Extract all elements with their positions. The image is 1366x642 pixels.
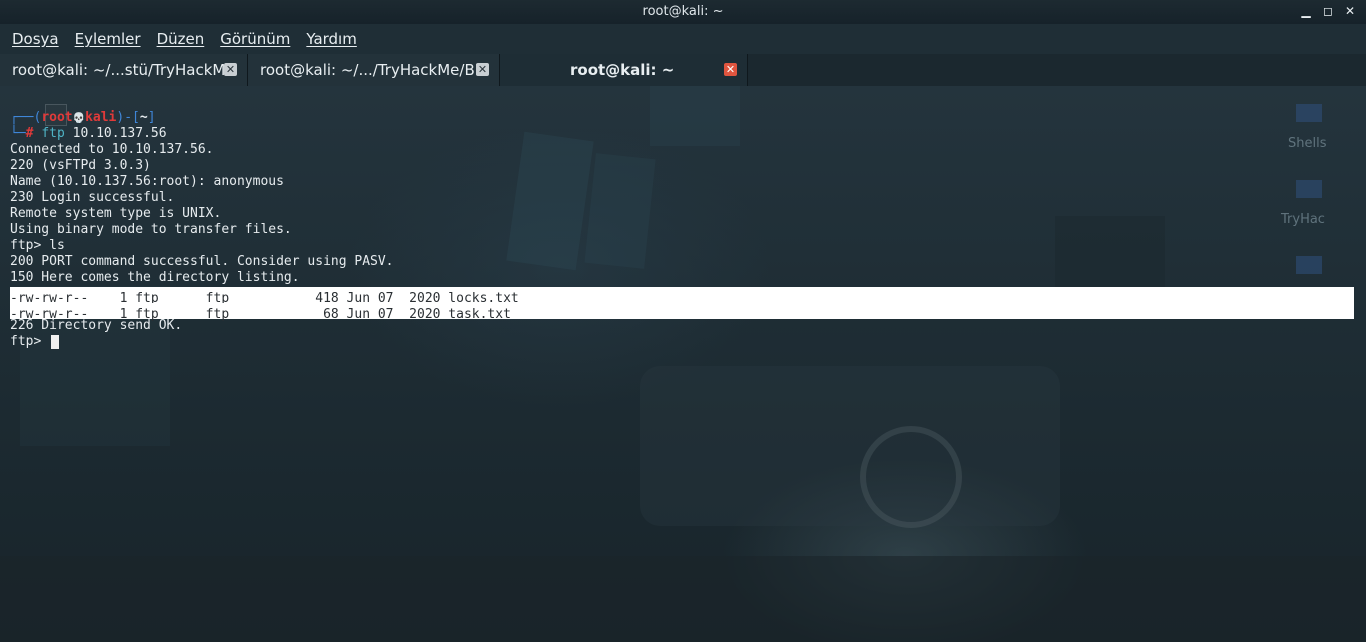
wallpaper-desk — [640, 366, 1060, 526]
terminal-area[interactable]: Shells TryHac -rw-rw-r-- 1 ftp ftp 418 J… — [0, 86, 1366, 642]
text-cursor — [51, 334, 60, 349]
folder-icon — [1296, 180, 1322, 198]
command-arg: 10.10.137.56 — [72, 126, 167, 141]
close-icon[interactable]: ✕ — [1342, 3, 1358, 19]
prompt-dir: ~ — [139, 110, 148, 125]
menu-yardim[interactable]: Yardım — [298, 30, 365, 48]
ftp-prompt-line[interactable]: ftp> — [10, 334, 394, 350]
menu-dosya[interactable]: Dosya — [4, 30, 67, 48]
prompt-bracket: ] — [147, 110, 156, 125]
wallpaper-panel — [506, 131, 594, 271]
window-title: root@kali: ~ — [642, 4, 724, 19]
prompt-corner: └─ — [10, 126, 26, 141]
prompt-bracket: ┌──( — [10, 110, 42, 125]
folder-icon — [1296, 104, 1322, 122]
folder-icon — [1296, 256, 1322, 274]
desktop-label-tryhac: TryHac — [1281, 212, 1325, 227]
menu-eylemler[interactable]: Eylemler — [67, 30, 149, 48]
desktop-label-shells: Shells — [1288, 136, 1327, 151]
prompt-user: root — [41, 110, 73, 125]
maximize-icon[interactable]: ◻ — [1320, 3, 1336, 19]
wallpaper-emblem — [860, 426, 962, 528]
prompt-hash: # — [25, 126, 34, 141]
wallpaper-monitor — [1055, 216, 1165, 296]
terminal-output: ┌──(root💀kali)-[~] └─# ftp 10.10.137.56 … — [10, 110, 394, 350]
tab-label: root@kali: ~ — [570, 61, 675, 79]
prompt-line-1: ┌──(root💀kali)-[~] — [10, 110, 394, 126]
tab-close-icon[interactable]: ✕ — [224, 63, 237, 76]
output-line: 220 (vsFTPd 3.0.3) — [10, 158, 151, 173]
output-line: 150 Here comes the directory listing. — [10, 270, 300, 285]
command-name: ftp — [41, 126, 65, 141]
prompt-line-2: └─# ftp 10.10.137.56 — [10, 126, 394, 142]
output-line: Remote system type is UNIX. — [10, 206, 222, 221]
tab-home[interactable]: root@kali: ~ ✕ — [500, 54, 748, 86]
output-line: 226 Directory send OK. — [10, 318, 183, 333]
output-line: 200 PORT command successful. Consider us… — [10, 254, 394, 269]
output-line: ftp> ls — [10, 238, 65, 253]
menu-gorunum[interactable]: Görünüm — [212, 30, 298, 48]
output-line: Connected to 10.10.137.56. — [10, 142, 214, 157]
tab-tryhackme[interactable]: root@kali: ~/...stü/TryHackMe ✕ — [0, 54, 248, 86]
window-titlebar: root@kali: ~ ▁ ◻ ✕ — [0, 0, 1366, 24]
wallpaper-panel — [584, 153, 656, 269]
wallpaper-floor — [0, 556, 1366, 642]
tab-close-icon[interactable]: ✕ — [476, 63, 489, 76]
ftp-prompt: ftp> — [10, 334, 50, 349]
tab-label: root@kali: ~/.../TryHackMe/BH — [260, 61, 487, 79]
minimize-icon[interactable]: ▁ — [1298, 3, 1314, 19]
tab-label: root@kali: ~/...stü/TryHackMe — [12, 61, 235, 79]
output-line: Name (10.10.137.56:root): anonymous — [10, 174, 284, 189]
prompt-host: kali — [85, 110, 117, 125]
output-line: Using binary mode to transfer files. — [10, 222, 292, 237]
prompt-bracket: )-[ — [116, 110, 140, 125]
menu-duzen[interactable]: Düzen — [149, 30, 213, 48]
output-line: 230 Login successful. — [10, 190, 175, 205]
tab-bar: root@kali: ~/...stü/TryHackMe ✕ root@kal… — [0, 54, 1366, 86]
tab-close-icon[interactable]: ✕ — [724, 63, 737, 76]
skull-icon: 💀 — [72, 113, 86, 124]
window-controls: ▁ ◻ ✕ — [1298, 3, 1358, 19]
wallpaper-panel — [650, 86, 740, 146]
menu-bar: Dosya Eylemler Düzen Görünüm Yardım — [0, 24, 1366, 54]
tab-bh[interactable]: root@kali: ~/.../TryHackMe/BH ✕ — [248, 54, 500, 86]
